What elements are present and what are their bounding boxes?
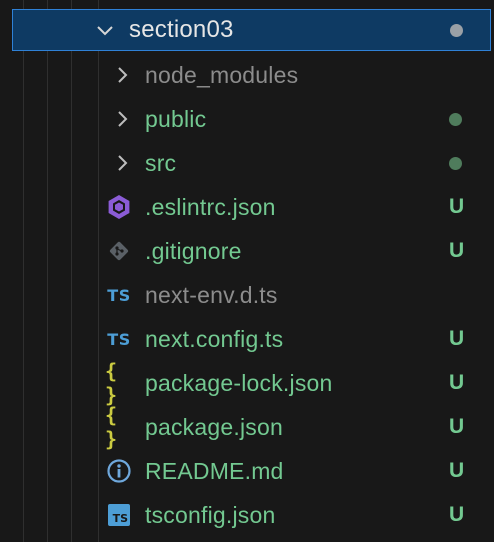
file-label: .eslintrc.json (145, 194, 276, 220)
info-icon (105, 457, 133, 485)
file-row-readme[interactable]: README.md U (0, 449, 494, 493)
chevron-down-icon[interactable] (93, 18, 117, 42)
chevron-right-icon[interactable] (110, 107, 134, 131)
typescript-icon: TS (107, 285, 131, 305)
typescript-icon: TS (107, 329, 131, 349)
file-row-eslintrc[interactable]: .eslintrc.json U (0, 185, 494, 229)
file-label: next-env.d.ts (145, 282, 278, 308)
folder-row-src[interactable]: src (0, 141, 494, 185)
file-label: package.json (145, 414, 283, 440)
untracked-badge: U (449, 503, 465, 526)
folder-label: src (145, 150, 177, 176)
untracked-badge: U (449, 415, 465, 438)
file-label: tsconfig.json (145, 502, 276, 528)
untracked-badge: U (449, 371, 465, 394)
json-icon: { } (105, 403, 119, 451)
folder-row-node-modules[interactable]: node_modules (0, 53, 494, 97)
git-icon (105, 237, 133, 265)
chevron-right-icon[interactable] (110, 63, 134, 87)
file-row-package-lock[interactable]: { } package-lock.json U (0, 359, 494, 407)
file-row-next-config[interactable]: TS next.config.ts U (0, 317, 494, 361)
eslint-icon (105, 193, 133, 221)
file-row-gitignore[interactable]: .gitignore U (0, 229, 494, 273)
file-label: package-lock.json (145, 370, 333, 396)
folder-label: section03 (129, 16, 234, 43)
file-row-next-env[interactable]: TS next-env.d.ts (0, 273, 494, 317)
untracked-dot-icon (449, 157, 462, 170)
file-explorer: section03 node_modules public src .eslin… (0, 0, 494, 542)
untracked-badge: U (449, 239, 465, 262)
tsconfig-icon: TS (105, 501, 133, 529)
folder-label: public (145, 106, 207, 132)
folder-row-public[interactable]: public (0, 97, 494, 141)
untracked-badge: U (449, 459, 465, 482)
file-label: .gitignore (145, 238, 242, 264)
untracked-badge: U (449, 195, 465, 218)
folder-row-section03[interactable]: section03 (12, 9, 491, 51)
json-icon: { } (105, 359, 119, 407)
modified-dot-icon (450, 24, 463, 37)
tsconfig-icon-label: TS (112, 512, 128, 525)
chevron-right-icon[interactable] (110, 151, 134, 175)
file-row-package-json[interactable]: { } package.json U (0, 403, 494, 451)
file-label: next.config.ts (145, 326, 284, 352)
untracked-dot-icon (449, 113, 462, 126)
folder-label: node_modules (145, 62, 299, 88)
file-label: README.md (145, 458, 284, 484)
file-row-tsconfig[interactable]: TS tsconfig.json U (0, 493, 494, 537)
untracked-badge: U (449, 327, 465, 350)
